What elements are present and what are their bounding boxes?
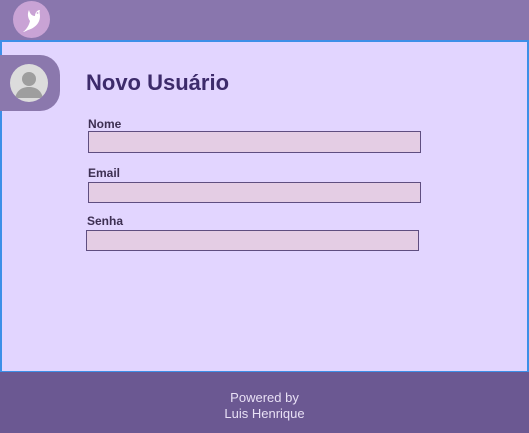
footer-author: Luis Henrique <box>224 406 305 421</box>
avatar-tab <box>0 55 60 111</box>
password-field[interactable] <box>86 230 419 251</box>
top-bar <box>0 0 529 40</box>
name-field[interactable] <box>88 131 421 153</box>
email-field[interactable] <box>88 182 421 203</box>
name-label: Nome <box>88 117 122 131</box>
bird-logo-icon[interactable] <box>13 1 50 38</box>
user-avatar-icon[interactable] <box>10 64 48 102</box>
footer: Powered by Luis Henrique <box>0 372 529 433</box>
new-user-panel: Novo Usuário Nome Email Senha <box>0 40 529 373</box>
password-label: Senha <box>87 214 124 228</box>
email-label: Email <box>88 166 121 180</box>
footer-powered-by: Powered by <box>230 390 299 405</box>
page-title: Novo Usuário <box>86 70 230 95</box>
